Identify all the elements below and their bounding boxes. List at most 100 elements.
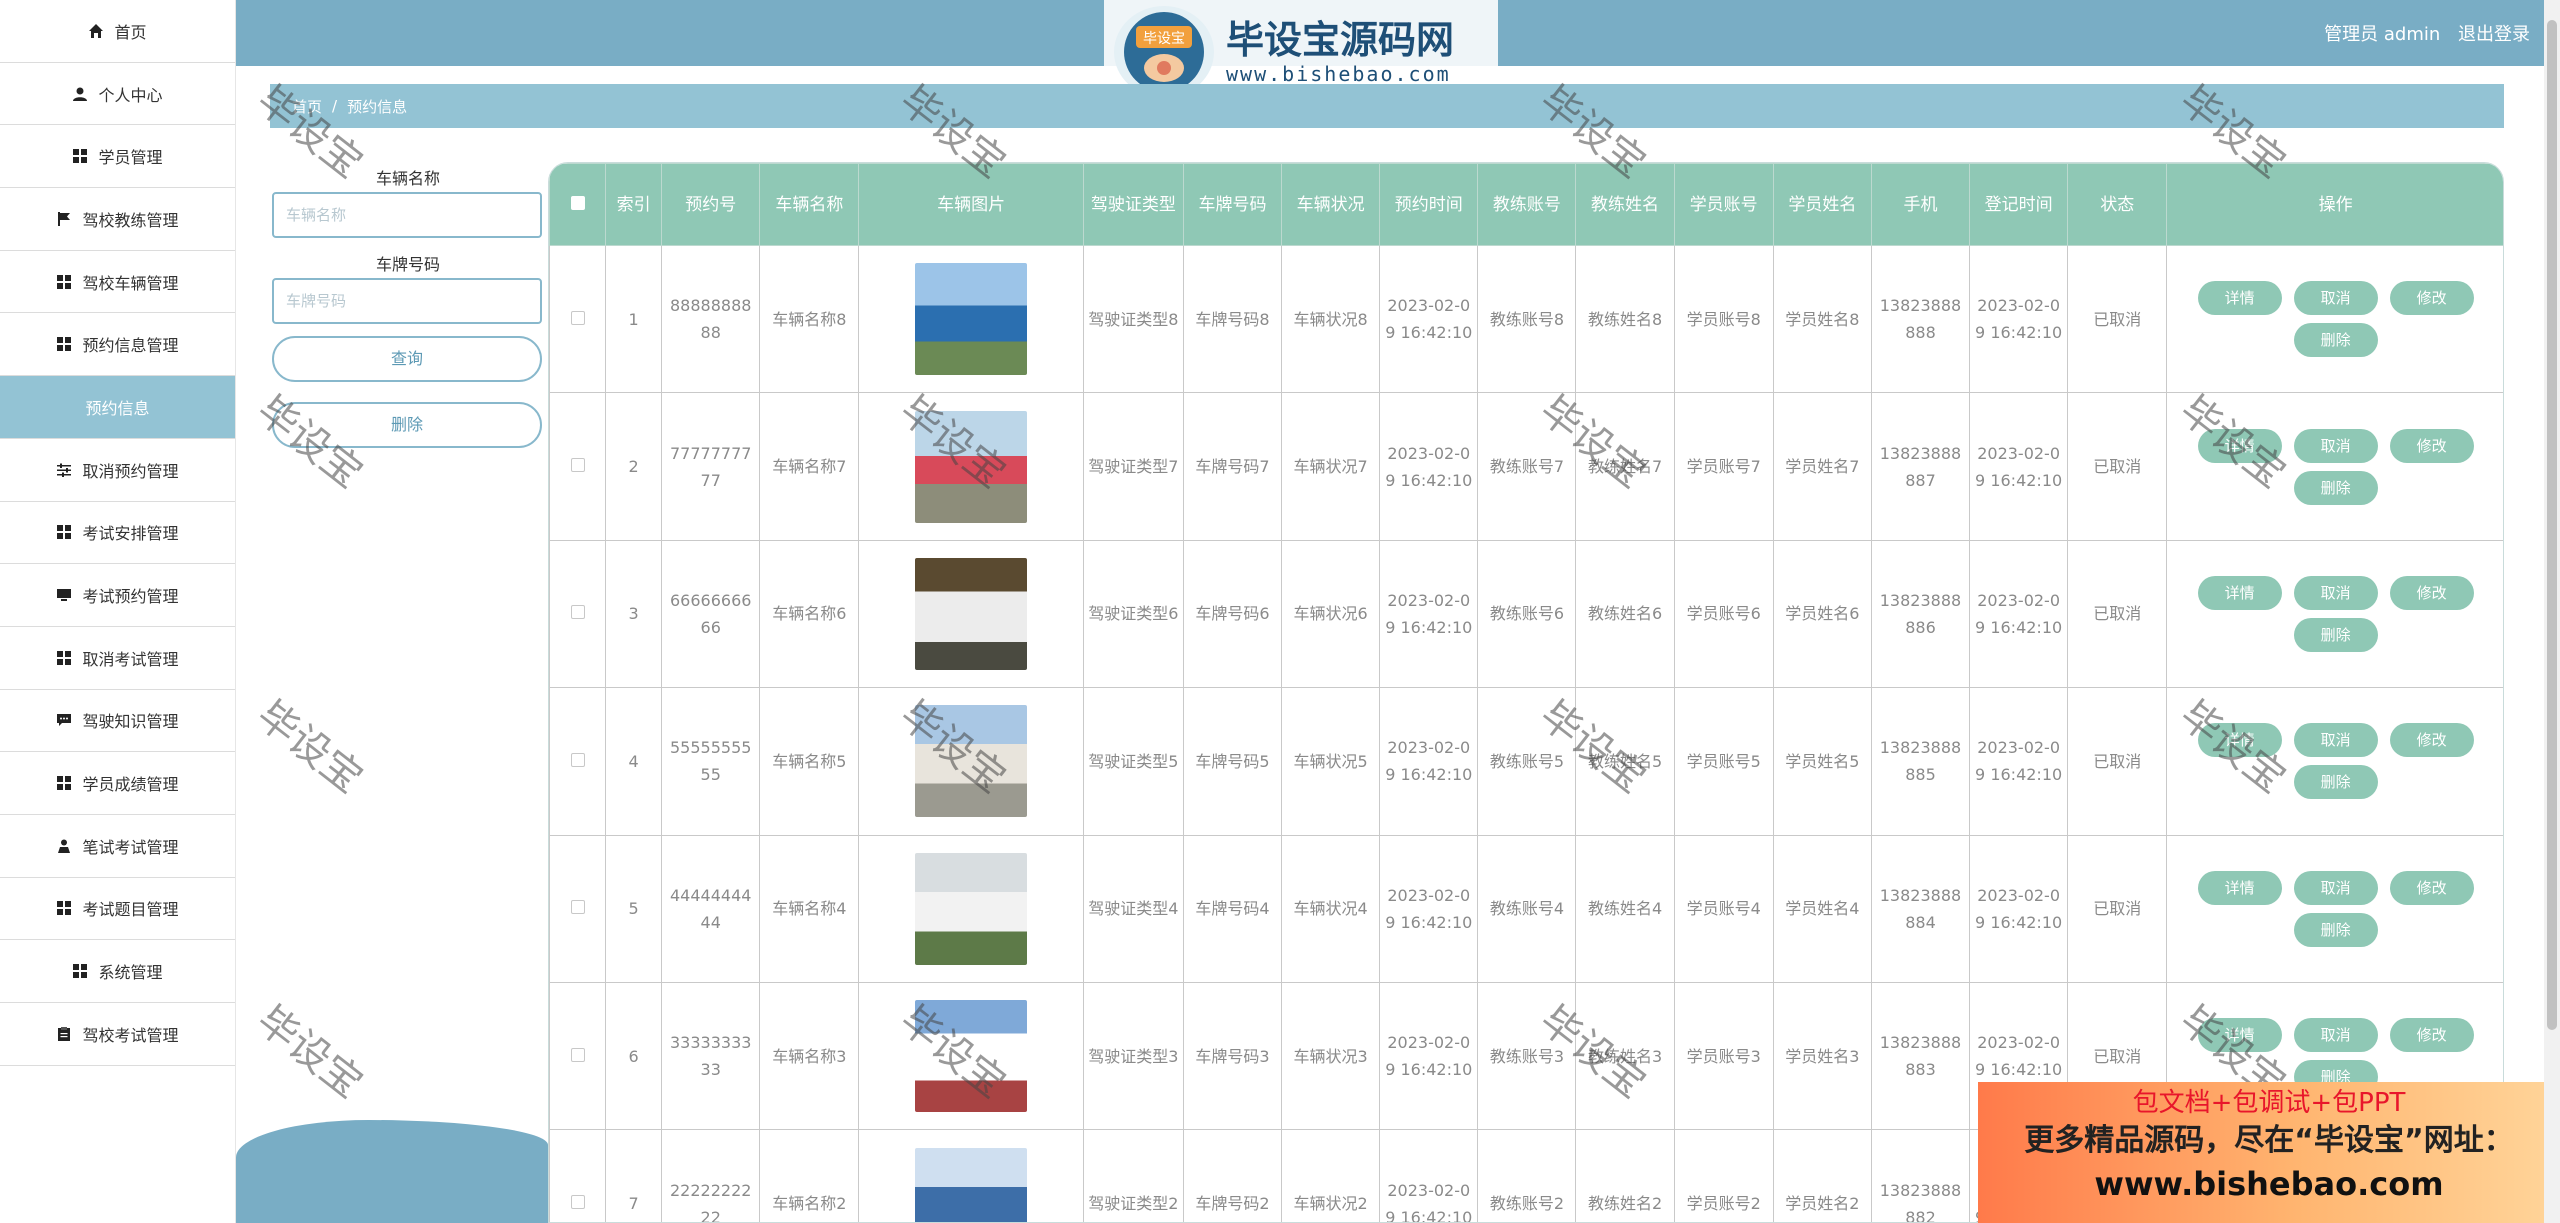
- select-all-checkbox[interactable]: [570, 195, 585, 210]
- row-checkbox[interactable]: [570, 458, 585, 473]
- page-scrollbar[interactable]: [2544, 0, 2560, 1223]
- delete-button[interactable]: 删除: [2293, 470, 2378, 505]
- cancel-button[interactable]: 取消: [2293, 1018, 2378, 1053]
- cell-license-type: 驾驶证类型4: [1082, 834, 1184, 983]
- column-header: 状态: [2067, 163, 2168, 246]
- cancel-button[interactable]: 取消: [2293, 281, 2378, 316]
- vehicle-name-input[interactable]: [272, 192, 542, 238]
- row-checkbox[interactable]: [570, 1195, 585, 1210]
- edit-button[interactable]: 修改: [2389, 1018, 2474, 1053]
- promo-line-2: 更多精品源码，尽在“毕设宝”网址：: [2024, 1123, 2514, 1158]
- column-header: 车牌号码: [1182, 163, 1283, 246]
- cell-index: 7: [605, 1129, 663, 1222]
- query-button[interactable]: 查询: [272, 336, 542, 382]
- sidebar-item-students[interactable]: 学员管理: [0, 125, 235, 189]
- sidebar-item-system[interactable]: 系统管理: [0, 940, 235, 1003]
- sidebar-item-vehicles[interactable]: 驾校车辆管理: [0, 251, 235, 314]
- sidebar-item-reservations[interactable]: 预约信息管理: [0, 313, 235, 377]
- edit-button[interactable]: 修改: [2389, 428, 2474, 463]
- sidebar-item-questions[interactable]: 考试题目管理: [0, 878, 235, 941]
- sidebar-item-scores[interactable]: 学员成绩管理: [0, 752, 235, 815]
- cell-vehicle-name: 车辆名称5: [759, 687, 860, 836]
- sidebar-item-exam-schedule[interactable]: 考试安排管理: [0, 502, 235, 565]
- sidebar-item-home[interactable]: 首页: [0, 0, 235, 63]
- delete-button[interactable]: 删除: [2293, 323, 2378, 358]
- sidebar-item-coaches[interactable]: 驾校教练管理: [0, 188, 235, 251]
- breadcrumb-home[interactable]: 首页: [292, 96, 322, 117]
- table-row[interactable]: 3 6666666666 车辆名称6 驾驶证类型6 车牌号码6 车辆状况6 2023-02-…: [549, 539, 2503, 689]
- row-checkbox-cell: [549, 539, 607, 689]
- detail-button[interactable]: 详情: [2197, 281, 2282, 316]
- sidebar-item-cancel-exam[interactable]: 取消考试管理: [0, 627, 235, 690]
- edit-button[interactable]: 修改: [2389, 575, 2474, 610]
- cell-student-account: 学员账号4: [1673, 834, 1774, 983]
- cell-student-name: 学员姓名7: [1772, 392, 1872, 541]
- cancel-button[interactable]: 取消: [2293, 723, 2378, 758]
- cell-condition: 车辆状况6: [1281, 539, 1381, 689]
- batch-delete-button[interactable]: 删除: [272, 402, 542, 448]
- detail-button[interactable]: 详情: [2197, 723, 2282, 758]
- row-checkbox[interactable]: [570, 752, 585, 767]
- column-header: 手机: [1870, 163, 1971, 246]
- vehicle-image: [915, 852, 1028, 965]
- sidebar-item-profile[interactable]: 个人中心: [0, 63, 235, 126]
- cell-plate: 车牌号码7: [1182, 392, 1283, 541]
- detail-button[interactable]: 详情: [2197, 1018, 2282, 1053]
- table-row[interactable]: 2 7777777777 车辆名称7 驾驶证类型7 车牌号码7 车辆状况7 2023-02-…: [549, 392, 2503, 541]
- sidebar-item-label: 首页: [114, 22, 147, 42]
- sidebar-subitem-reservation-info[interactable]: 预约信息: [0, 376, 235, 439]
- cell-condition: 车辆状况5: [1281, 687, 1381, 836]
- row-checkbox-cell: [549, 687, 607, 836]
- vehicle-image-cell: [858, 981, 1084, 1131]
- logout-link[interactable]: 退出登录: [2458, 24, 2530, 45]
- cell-booking-time: 2023-02-09 16:42:10: [1379, 981, 1479, 1131]
- delete-button[interactable]: 删除: [2293, 912, 2378, 947]
- row-checkbox[interactable]: [570, 1047, 585, 1062]
- logo-badge-text: 毕设宝: [1143, 31, 1185, 47]
- cell-student-account: 学员账号2: [1673, 1129, 1774, 1222]
- delete-button[interactable]: 删除: [2293, 617, 2378, 652]
- edit-button[interactable]: 修改: [2389, 723, 2474, 758]
- row-checkbox[interactable]: [570, 310, 585, 325]
- cancel-button[interactable]: 取消: [2293, 870, 2378, 905]
- cell-booking-no: 6666666666: [661, 539, 761, 689]
- sidebar-item-cancel-reservations[interactable]: 取消预约管理: [0, 439, 235, 502]
- detail-button[interactable]: 详情: [2197, 428, 2282, 463]
- table-row[interactable]: 5 4444444444 车辆名称4 驾驶证类型4 车牌号码4 车辆状况4 2023-02-…: [549, 834, 2503, 983]
- vehicle-image: [915, 705, 1028, 818]
- edit-button[interactable]: 修改: [2389, 870, 2474, 905]
- table-row[interactable]: 1 8888888888 车辆名称8 驾驶证类型8 车牌号码8 车辆状况8 2023-02-…: [549, 244, 2503, 394]
- scrollbar-thumb[interactable]: [2547, 20, 2557, 1030]
- cell-license-type: 驾驶证类型8: [1082, 244, 1184, 394]
- vehicle-image: [915, 410, 1028, 523]
- cell-condition: 车辆状况8: [1281, 244, 1381, 394]
- detail-button[interactable]: 详情: [2197, 870, 2282, 905]
- cell-booking-time: 2023-02-09 16:42:10: [1379, 1129, 1479, 1222]
- cell-plate: 车牌号码4: [1182, 834, 1283, 983]
- cancel-button[interactable]: 取消: [2293, 575, 2378, 610]
- sidebar-item-label: 笔试考试管理: [82, 837, 179, 857]
- row-checkbox[interactable]: [570, 605, 585, 620]
- cell-booking-time: 2023-02-09 16:42:10: [1379, 392, 1479, 541]
- row-checkbox[interactable]: [570, 900, 585, 915]
- sidebar-item-label: 考试预约管理: [82, 587, 179, 607]
- plate-number-input[interactable]: [272, 278, 542, 324]
- sidebar-item-exam-booking[interactable]: 考试预约管理: [0, 564, 235, 627]
- delete-button[interactable]: 删除: [2293, 765, 2378, 800]
- edit-button[interactable]: 修改: [2389, 281, 2474, 316]
- cancel-button[interactable]: 取消: [2293, 428, 2378, 463]
- sidebar-item-driving-exam[interactable]: 驾校考试管理: [0, 1003, 235, 1066]
- cell-coach-name: 教练姓名6: [1575, 539, 1675, 689]
- row-actions-cell: 详情取消修改删除: [2166, 539, 2503, 689]
- cell-phone: 13823888882: [1870, 1129, 1971, 1222]
- detail-button[interactable]: 详情: [2197, 575, 2282, 610]
- cell-student-account: 学员账号8: [1673, 244, 1774, 394]
- row-checkbox-cell: [549, 981, 607, 1131]
- sidebar-item-written-exam[interactable]: 笔试考试管理: [0, 815, 235, 878]
- cell-vehicle-name: 车辆名称2: [759, 1129, 860, 1222]
- row-checkbox-cell: [549, 1129, 607, 1222]
- sidebar-item-knowledge[interactable]: 驾驶知识管理: [0, 690, 235, 753]
- cell-student-name: 学员姓名8: [1772, 244, 1872, 394]
- table-row[interactable]: 4 5555555555 车辆名称5 驾驶证类型5 车牌号码5 车辆状况5 2023-02-…: [549, 687, 2503, 836]
- grid-icon: [56, 775, 72, 791]
